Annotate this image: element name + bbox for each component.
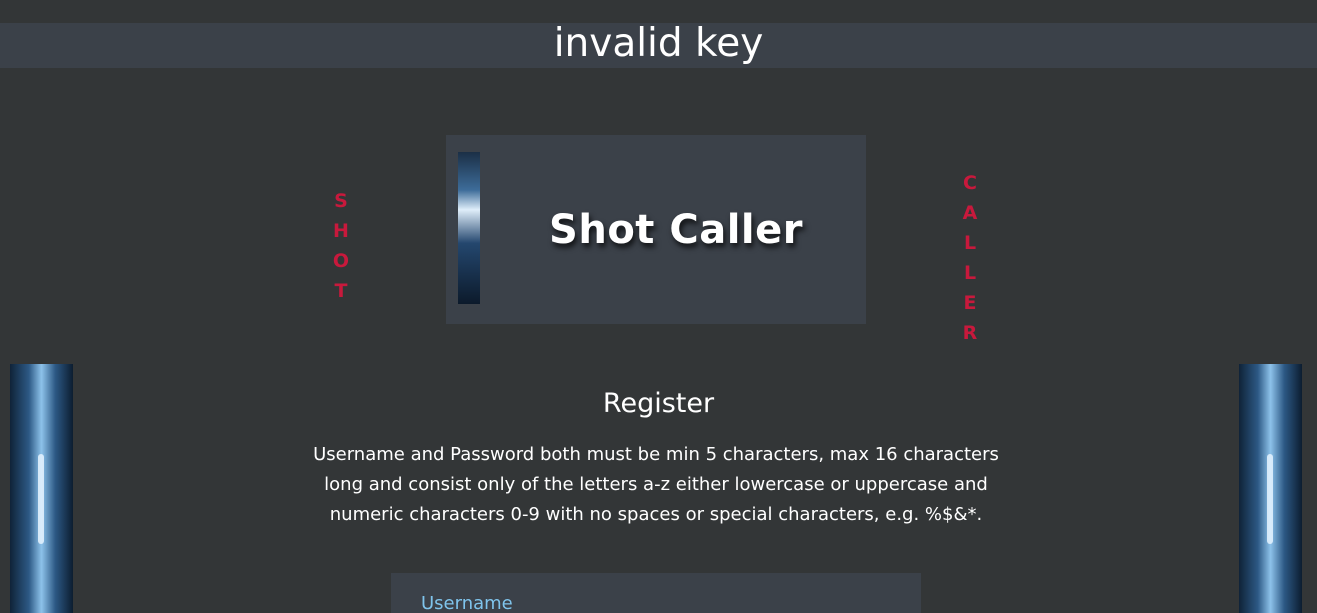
side-word-left: S H O T	[329, 186, 353, 306]
username-label: Username	[421, 593, 513, 613]
side-letter: R	[962, 322, 978, 344]
page: invalid key S H O T Shot Caller C A L L …	[0, 0, 1317, 613]
site-title: Shot Caller	[549, 207, 803, 253]
side-letter: T	[334, 280, 348, 302]
error-message: invalid key	[553, 21, 764, 66]
register-form: Username	[391, 573, 921, 613]
registration-rules: Username and Password both must be min 5…	[313, 444, 999, 525]
side-letter: E	[963, 292, 977, 314]
register-heading: Register	[602, 388, 715, 419]
hero-banner: Shot Caller	[446, 135, 866, 324]
side-letter: L	[963, 232, 977, 254]
side-letter: O	[332, 250, 350, 272]
side-letter: L	[963, 262, 977, 284]
error-banner: invalid key	[0, 21, 1317, 68]
side-letter: A	[962, 202, 978, 224]
side-letter: S	[334, 190, 348, 212]
side-letter: C	[963, 172, 977, 194]
side-word-right: C A L L E R	[958, 168, 982, 348]
side-letter: H	[333, 220, 349, 242]
